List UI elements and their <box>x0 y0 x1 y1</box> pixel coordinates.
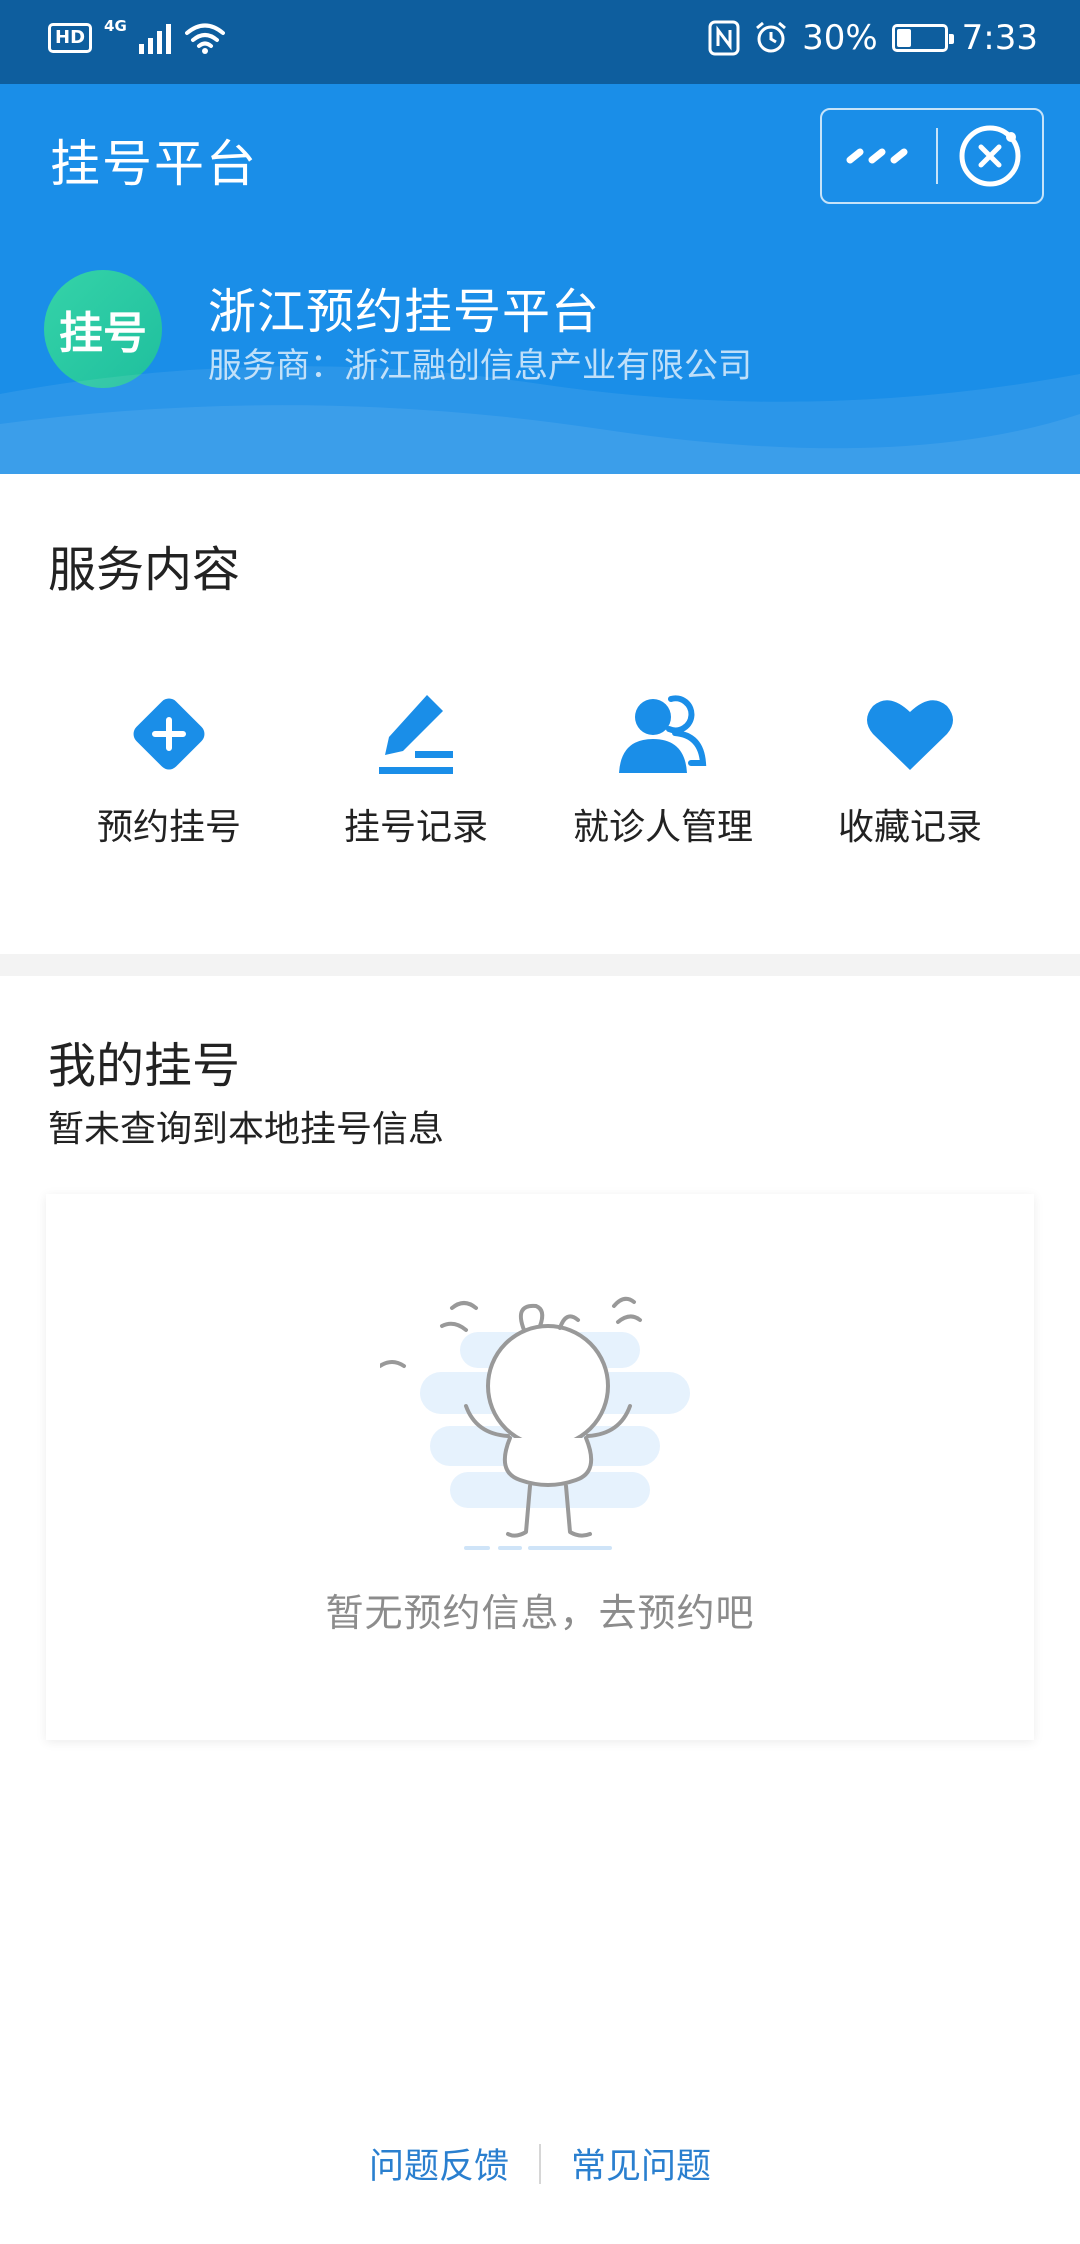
miniprogram-capsule <box>820 108 1044 204</box>
provider-name: 浙江预约挂号平台 <box>208 284 601 340</box>
close-icon <box>959 125 1021 187</box>
heart-icon <box>867 700 953 770</box>
service-item-label: 预约挂号 <box>96 807 241 848</box>
my-registration-subtitle: 暂未查询到本地挂号信息 <box>48 1109 445 1150</box>
header-waves <box>0 366 1080 474</box>
service-item-label: 就诊人管理 <box>572 807 753 848</box>
service-item-label: 挂号记录 <box>343 807 488 848</box>
section-divider <box>0 954 1080 976</box>
footer-links: 问题反馈 常见问题 <box>0 2138 1080 2189</box>
service-item-label: 收藏记录 <box>837 807 982 848</box>
edit-icon <box>379 695 453 774</box>
users-icon <box>619 695 707 773</box>
network-type: 4G <box>104 17 127 35</box>
header: 挂号平台 挂号 浙江预约挂号平台 服务商：浙江融创信息产业有限公司 <box>0 84 1080 474</box>
signal-icon <box>138 24 171 54</box>
page-title: 挂号平台 <box>50 135 258 193</box>
battery-percent: 30% <box>802 18 878 58</box>
alarm-icon <box>756 21 787 53</box>
empty-state-text[interactable]: 暂无预约信息，去预约吧 <box>46 1582 1034 1637</box>
more-button[interactable] <box>822 110 936 202</box>
footer-separator <box>539 2143 541 2184</box>
my-registration-title: 我的挂号 <box>48 1038 241 1094</box>
nfc-icon <box>708 20 740 56</box>
more-icon <box>846 148 908 164</box>
faq-link[interactable]: 常见问题 <box>571 2138 711 2189</box>
service-title: 服务内容 <box>48 542 241 598</box>
service-section: 服务内容 预约挂号 挂号记录 就诊人管理 收藏记录 <box>0 474 1080 954</box>
empty-state-card[interactable]: 暂无预约信息，去预约吧 <box>46 1194 1034 1740</box>
service-item-favorites[interactable]: 收藏记录 <box>790 684 1030 850</box>
status-bar: HD 4G 30% 7:33 <box>0 0 1080 84</box>
clock: 7:33 <box>961 18 1038 58</box>
hd-indicator: HD <box>48 23 93 53</box>
battery-icon <box>891 24 954 52</box>
close-button[interactable] <box>938 110 1042 202</box>
wifi-icon <box>184 23 225 54</box>
plus-diamond-icon <box>133 698 205 770</box>
service-item-appointment[interactable]: 预约挂号 <box>49 684 289 850</box>
empty-illustration <box>380 1296 690 1550</box>
feedback-link[interactable]: 问题反馈 <box>369 2138 509 2189</box>
service-item-records[interactable]: 挂号记录 <box>296 684 536 850</box>
service-item-patients[interactable]: 就诊人管理 <box>543 684 783 850</box>
